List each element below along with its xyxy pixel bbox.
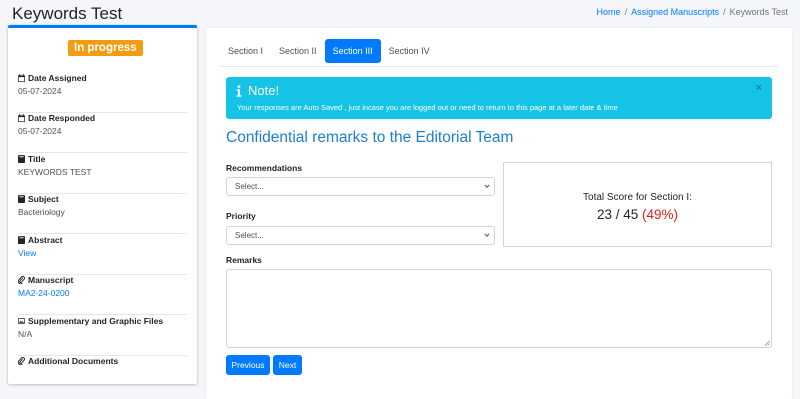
date-responded-value: 05-07-2024 xyxy=(18,126,62,136)
next-button[interactable]: Next xyxy=(273,355,302,375)
score-title: Total Score for Section I: xyxy=(583,192,692,203)
sidebar-item-abstract: Abstract View xyxy=(18,234,187,275)
date-assigned-value: 05-07-2024 xyxy=(18,86,62,96)
abstract-view-link[interactable]: View xyxy=(18,248,187,258)
manuscript-info-card: In progress Date Assigned 05-07-2024 Dat… xyxy=(8,25,197,384)
alert-title: Note! xyxy=(248,83,280,98)
remarks-textarea[interactable] xyxy=(226,269,772,348)
sidebar-item-label: Date Assigned xyxy=(28,73,87,83)
subject-value: Bacteriology xyxy=(18,207,65,217)
priority-label: Priority xyxy=(226,211,256,221)
sidebar-item-label: Additional Documents xyxy=(28,356,119,366)
autosave-alert: Note! Your responses are Auto Saved , ju… xyxy=(226,77,772,119)
priority-select-value: Select... xyxy=(235,231,264,240)
breadcrumb: Home / Assigned Manuscripts / Keywords T… xyxy=(597,7,788,17)
calendar-icon xyxy=(18,114,25,122)
close-icon[interactable]: × xyxy=(756,82,762,94)
section-score-box: Total Score for Section I: 23 / 45 (49%) xyxy=(503,162,772,247)
sidebar-item-label: Subject xyxy=(28,194,59,204)
sidebar-item-label: Supplementary and Graphic Files xyxy=(28,316,164,326)
sidebar-item-label: Title xyxy=(28,154,46,164)
sidebar-item-label: Abstract xyxy=(28,235,63,245)
sidebar-item-additional-documents[interactable]: Additional Documents xyxy=(18,355,187,377)
tab-section-3[interactable]: Section III xyxy=(324,39,381,63)
tab-section-4[interactable]: Section IV xyxy=(381,39,438,63)
manuscript-link[interactable]: MA2-24-0200 xyxy=(18,288,187,298)
chevron-down-icon xyxy=(484,233,490,237)
breadcrumb-home[interactable]: Home xyxy=(597,7,621,17)
sidebar-item-label: Date Responded xyxy=(28,113,96,123)
tab-section-1[interactable]: Section I xyxy=(220,39,271,63)
title-value: KEYWORDS TEST xyxy=(18,167,92,177)
sidebar-item-subject: Subject Bacteriology xyxy=(18,193,187,234)
breadcrumb-separator: / xyxy=(624,7,628,17)
score-percent: (49%) xyxy=(642,207,679,222)
sidebar-item-date-assigned: Date Assigned 05-07-2024 xyxy=(18,72,187,113)
paperclip-icon xyxy=(18,276,25,284)
resize-handle-icon[interactable] xyxy=(764,340,770,346)
book-icon xyxy=(18,195,25,203)
status-badge: In progress xyxy=(68,40,143,56)
paperclip-icon xyxy=(18,357,25,365)
book-icon xyxy=(18,155,25,163)
section-heading: Confidential remarks to the Editorial Te… xyxy=(226,129,514,146)
review-form-card: Section I Section II Section III Section… xyxy=(206,28,792,399)
alert-message: Your responses are Auto Saved , just inc… xyxy=(237,103,618,112)
breadcrumb-separator: / xyxy=(723,7,726,17)
calendar-icon xyxy=(18,74,25,82)
tabs-divider xyxy=(220,66,778,67)
recommendations-select-value: Select... xyxy=(235,182,264,191)
recommendations-label: Recommendations xyxy=(226,163,303,173)
score-value: 23 / 45 xyxy=(596,207,639,222)
remarks-label: Remarks xyxy=(226,255,262,265)
tab-section-2[interactable]: Section II xyxy=(271,39,325,63)
sidebar-item-date-responded: Date Responded 05-07-2024 xyxy=(18,112,187,153)
breadcrumb-current: Keywords Test xyxy=(729,7,788,17)
breadcrumb-assigned-manuscripts[interactable]: Assigned Manuscripts xyxy=(631,7,719,17)
book-icon xyxy=(18,236,25,244)
priority-select[interactable]: Select... xyxy=(226,226,495,245)
sidebar-item-supplementary-files: Supplementary and Graphic Files N/A xyxy=(18,315,187,356)
image-icon xyxy=(18,318,25,324)
supplementary-files-value: N/A xyxy=(18,329,33,339)
page-title: Keywords Test xyxy=(12,4,123,23)
chevron-down-icon xyxy=(484,184,490,188)
sidebar-item-title: Title KEYWORDS TEST xyxy=(18,153,187,194)
sidebar-item-label: Manuscript xyxy=(28,275,74,285)
recommendations-select[interactable]: Select... xyxy=(226,177,495,196)
sidebar-item-manuscript: Manuscript MA2-24-0200 xyxy=(18,274,187,315)
previous-button[interactable]: Previous xyxy=(226,355,270,375)
info-icon xyxy=(236,84,242,97)
section-tabs: Section I Section II Section III Section… xyxy=(220,39,438,63)
